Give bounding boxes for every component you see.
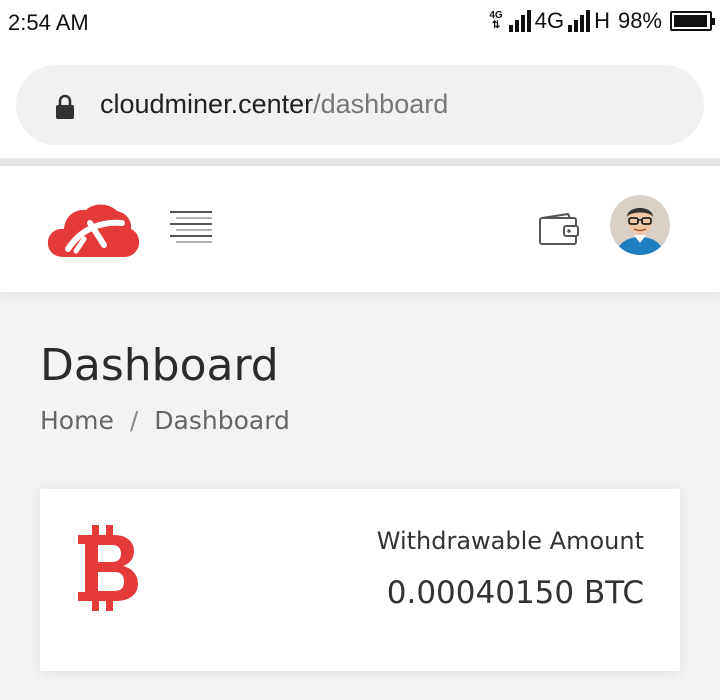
breadcrumb: Home / Dashboard <box>40 406 290 435</box>
network-type-icon: 4G ⇅ <box>489 11 502 31</box>
app-header <box>0 166 720 292</box>
address-bar[interactable]: cloudminer.center/dashboard <box>16 65 704 145</box>
withdrawable-card: Withdrawable Amount 0.00040150 BTC <box>40 489 680 671</box>
avatar[interactable] <box>610 195 670 255</box>
network-label-3: H <box>594 8 610 33</box>
data-arrows-icon: ⇅ <box>491 20 501 31</box>
status-bar: 2:54 AM 4G ⇅ 4G H 98% <box>0 0 720 50</box>
url-text[interactable]: cloudminer.center/dashboard <box>100 89 448 120</box>
breadcrumb-current: Dashboard <box>154 406 290 435</box>
withdrawable-label: Withdrawable Amount <box>376 527 644 555</box>
browser-toolbar: cloudminer.center/dashboard <box>0 50 720 158</box>
breadcrumb-home[interactable]: Home <box>40 406 114 435</box>
url-path: /dashboard <box>313 89 449 119</box>
cloud-pickaxe-logo[interactable] <box>46 199 140 259</box>
wallet-icon[interactable] <box>538 212 580 246</box>
lock-icon[interactable] <box>54 94 76 120</box>
bitcoin-icon <box>78 525 138 611</box>
toolbar-divider <box>0 158 720 166</box>
hamburger-icon[interactable] <box>168 208 214 246</box>
withdrawable-value: 0.00040150 BTC <box>386 575 644 611</box>
page-title: Dashboard <box>40 340 279 391</box>
signal-bars-icon-2 <box>568 10 591 32</box>
battery-icon <box>670 11 715 31</box>
status-indicators: 4G ⇅ 4G H 98% <box>489 8 715 34</box>
breadcrumb-separator: / <box>129 406 139 435</box>
battery-percent: 98% <box>617 8 662 33</box>
network-label-2: 4G <box>534 8 565 33</box>
signal-bars-icon <box>508 10 531 32</box>
status-time: 2:54 AM <box>8 10 89 35</box>
url-domain: cloudminer.center <box>100 89 314 119</box>
